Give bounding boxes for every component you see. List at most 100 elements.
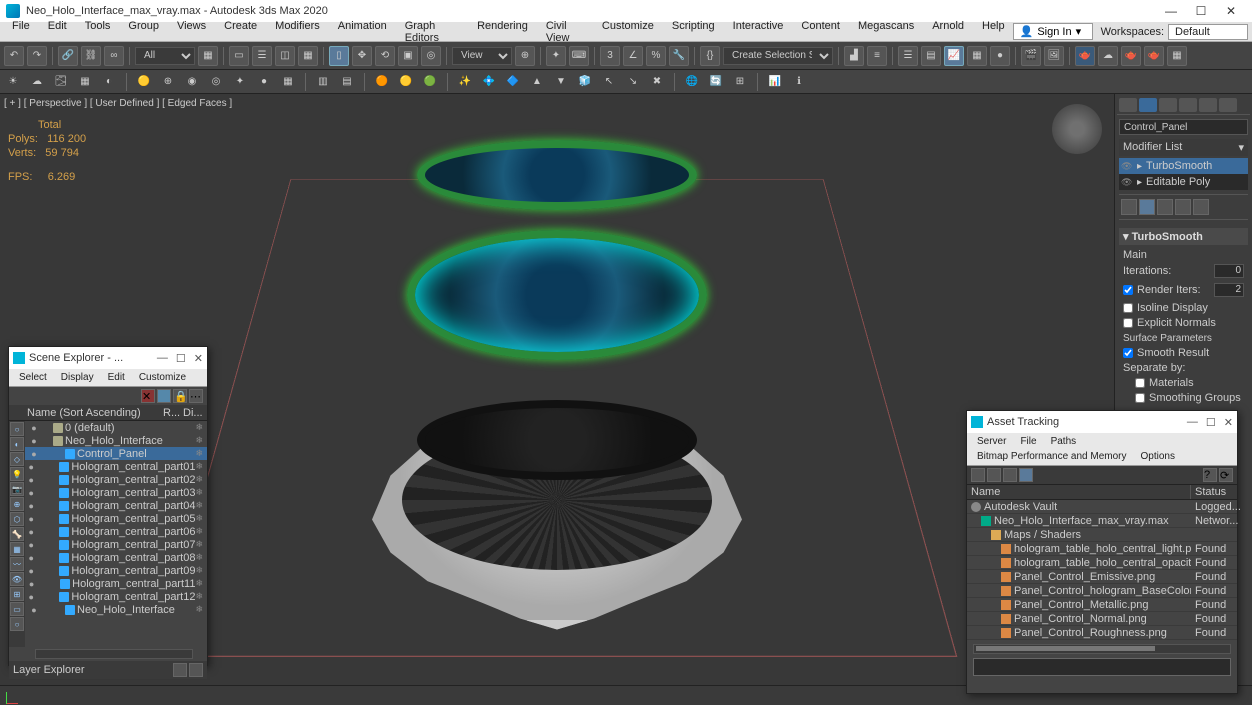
rotate-button[interactable]: ⟲	[375, 46, 395, 66]
render-online-button[interactable]: ☁	[1098, 46, 1118, 66]
scene-item[interactable]: ●Neo_Holo_Interface❄	[25, 434, 207, 447]
t2-26[interactable]: ✖	[648, 73, 666, 91]
t2-9[interactable]: ◎	[207, 73, 225, 91]
t2-18[interactable]: ✨	[456, 73, 474, 91]
t2-1[interactable]: ☀	[4, 73, 22, 91]
modifier-list-dropdown[interactable]: Modifier List▾	[1119, 139, 1248, 156]
menu-animation[interactable]: Animation	[330, 18, 395, 46]
scene-item[interactable]: ●Hologram_central_part04❄	[25, 499, 207, 512]
unique-button[interactable]	[1157, 199, 1173, 215]
at-close-button[interactable]: ✕	[1224, 416, 1233, 429]
asset-row[interactable]: Panel_Control_hologram_BaseColor.pngFoun…	[967, 584, 1237, 598]
maximize-button[interactable]: ☐	[1186, 0, 1216, 22]
asset-row[interactable]: hologram_table_holo_central_opacity.pngF…	[967, 556, 1237, 570]
motion-tab[interactable]	[1179, 98, 1197, 112]
scale-button[interactable]: ▣	[398, 46, 418, 66]
asset-row[interactable]: Maps / Shaders	[967, 528, 1237, 542]
asset-row[interactable]: Neo_Holo_Interface_max_vray.maxNetwor...	[967, 514, 1237, 528]
t2-24[interactable]: ↖	[600, 73, 618, 91]
redo-button[interactable]: ↷	[27, 46, 47, 66]
window-crossing-button[interactable]: ▦	[298, 46, 318, 66]
placement-button[interactable]: ◎	[421, 46, 441, 66]
se-r-column[interactable]: R...	[163, 407, 183, 419]
se-filter-button[interactable]	[157, 389, 171, 403]
t2-8[interactable]: ◉	[183, 73, 201, 91]
panorama-button[interactable]: ▦	[1167, 46, 1187, 66]
se-side-14[interactable]: ○	[10, 617, 24, 631]
scene-item[interactable]: ●Hologram_central_part07❄	[25, 538, 207, 551]
rollup-title[interactable]: TurboSmooth	[1132, 231, 1203, 243]
layers-button[interactable]: ☰	[898, 46, 918, 66]
smgroups-check[interactable]	[1135, 393, 1145, 403]
asset-row[interactable]: Autodesk VaultLogged...	[967, 500, 1237, 514]
se-name-column[interactable]: Name (Sort Ascending)	[27, 407, 163, 419]
menu-edit[interactable]: Edit	[40, 18, 75, 46]
at-menu-server[interactable]: Server	[971, 435, 1012, 448]
se-side-2[interactable]: ◐	[10, 437, 24, 451]
menu-modifiers[interactable]: Modifiers	[267, 18, 328, 46]
se-side-5[interactable]: 📷	[10, 482, 24, 496]
asset-row[interactable]: Panel_Control_Normal.pngFound	[967, 612, 1237, 626]
render-frame-button[interactable]: 🖼	[1044, 46, 1064, 66]
t2-31[interactable]: ℹ	[790, 73, 808, 91]
asset-tracking-window[interactable]: Asset Tracking —☐✕ ServerFilePathsBitmap…	[966, 410, 1238, 694]
t2-23[interactable]: 🧊	[576, 73, 594, 91]
se-menu-customize[interactable]: Customize	[133, 371, 192, 384]
t2-11[interactable]: ●	[255, 73, 273, 91]
at-menu-file[interactable]: File	[1014, 435, 1042, 448]
t2-17[interactable]: 🟢	[421, 73, 439, 91]
scene-item[interactable]: ●0 (default)❄	[25, 421, 207, 434]
named-sel-button[interactable]: {}	[700, 46, 720, 66]
selection-set-select[interactable]: Create Selection Set	[723, 47, 833, 65]
t2-7[interactable]: ⊕	[159, 73, 177, 91]
pivot-button[interactable]: ⊕	[515, 46, 535, 66]
menu-group[interactable]: Group	[120, 18, 167, 46]
modifier-item[interactable]: ▸ TurboSmooth	[1119, 158, 1248, 174]
render-last-button[interactable]: 🫖	[1144, 46, 1164, 66]
modifier-item[interactable]: ▸ Editable Poly	[1119, 174, 1248, 190]
viewport-label[interactable]: [ + ] [ Perspective ] [ User Defined ] […	[4, 98, 232, 109]
toggle-ribbon-button[interactable]: ▤	[921, 46, 941, 66]
at-help-button[interactable]: ?	[1203, 468, 1217, 482]
utilities-tab[interactable]	[1219, 98, 1237, 112]
se-side-11[interactable]: 👁	[10, 572, 24, 586]
se-side-1[interactable]: ○	[10, 422, 24, 436]
se-side-6[interactable]: ⊕	[10, 497, 24, 511]
scene-item[interactable]: ●Hologram_central_part06❄	[25, 525, 207, 538]
isoline-check[interactable]	[1123, 303, 1133, 313]
t2-21[interactable]: ▲	[528, 73, 546, 91]
snap-button[interactable]: 3	[600, 46, 620, 66]
filter-select[interactable]: All	[135, 47, 195, 65]
se-menu-edit[interactable]: Edit	[102, 371, 131, 384]
t2-29[interactable]: ⊞	[731, 73, 749, 91]
se-lock-button[interactable]: 🔒	[173, 389, 187, 403]
spinner-snap-button[interactable]: 🔧	[669, 46, 689, 66]
at-refresh-button[interactable]: ⟳	[1219, 468, 1233, 482]
tool-button[interactable]: ▦	[198, 46, 218, 66]
menu-tools[interactable]: Tools	[77, 18, 119, 46]
bind-button[interactable]: ∞	[104, 46, 124, 66]
menu-arnold[interactable]: Arnold	[924, 18, 972, 46]
t2-4[interactable]: ▦	[76, 73, 94, 91]
se-minimize-button[interactable]: —	[157, 352, 168, 365]
se-menu-display[interactable]: Display	[55, 371, 100, 384]
se-side-3[interactable]: ◇	[10, 452, 24, 466]
explicit-check[interactable]	[1123, 318, 1133, 328]
t2-6[interactable]: 🟡	[135, 73, 153, 91]
at-tool-2[interactable]	[987, 468, 1001, 482]
open-autodesk-button[interactable]: 🫖	[1121, 46, 1141, 66]
smooth-check[interactable]	[1123, 348, 1133, 358]
t2-5[interactable]: ◐	[100, 73, 118, 91]
scene-item[interactable]: ●Control_Panel❄	[25, 447, 207, 460]
t2-25[interactable]: ↘	[624, 73, 642, 91]
at-menu-bitmap-performance-and-memory[interactable]: Bitmap Performance and Memory	[971, 450, 1133, 463]
hierarchy-tab[interactable]	[1159, 98, 1177, 112]
mirror-button[interactable]: ▟	[844, 46, 864, 66]
menu-graph-editors[interactable]: Graph Editors	[397, 18, 467, 46]
t2-15[interactable]: 🟠	[373, 73, 391, 91]
signin-button[interactable]: 👤 Sign In ▾	[1013, 23, 1093, 40]
close-button[interactable]: ✕	[1216, 0, 1246, 22]
viewcube-icon[interactable]	[1052, 104, 1102, 154]
select-object-button[interactable]: ▯	[329, 46, 349, 66]
at-menu-options[interactable]: Options	[1135, 450, 1181, 463]
